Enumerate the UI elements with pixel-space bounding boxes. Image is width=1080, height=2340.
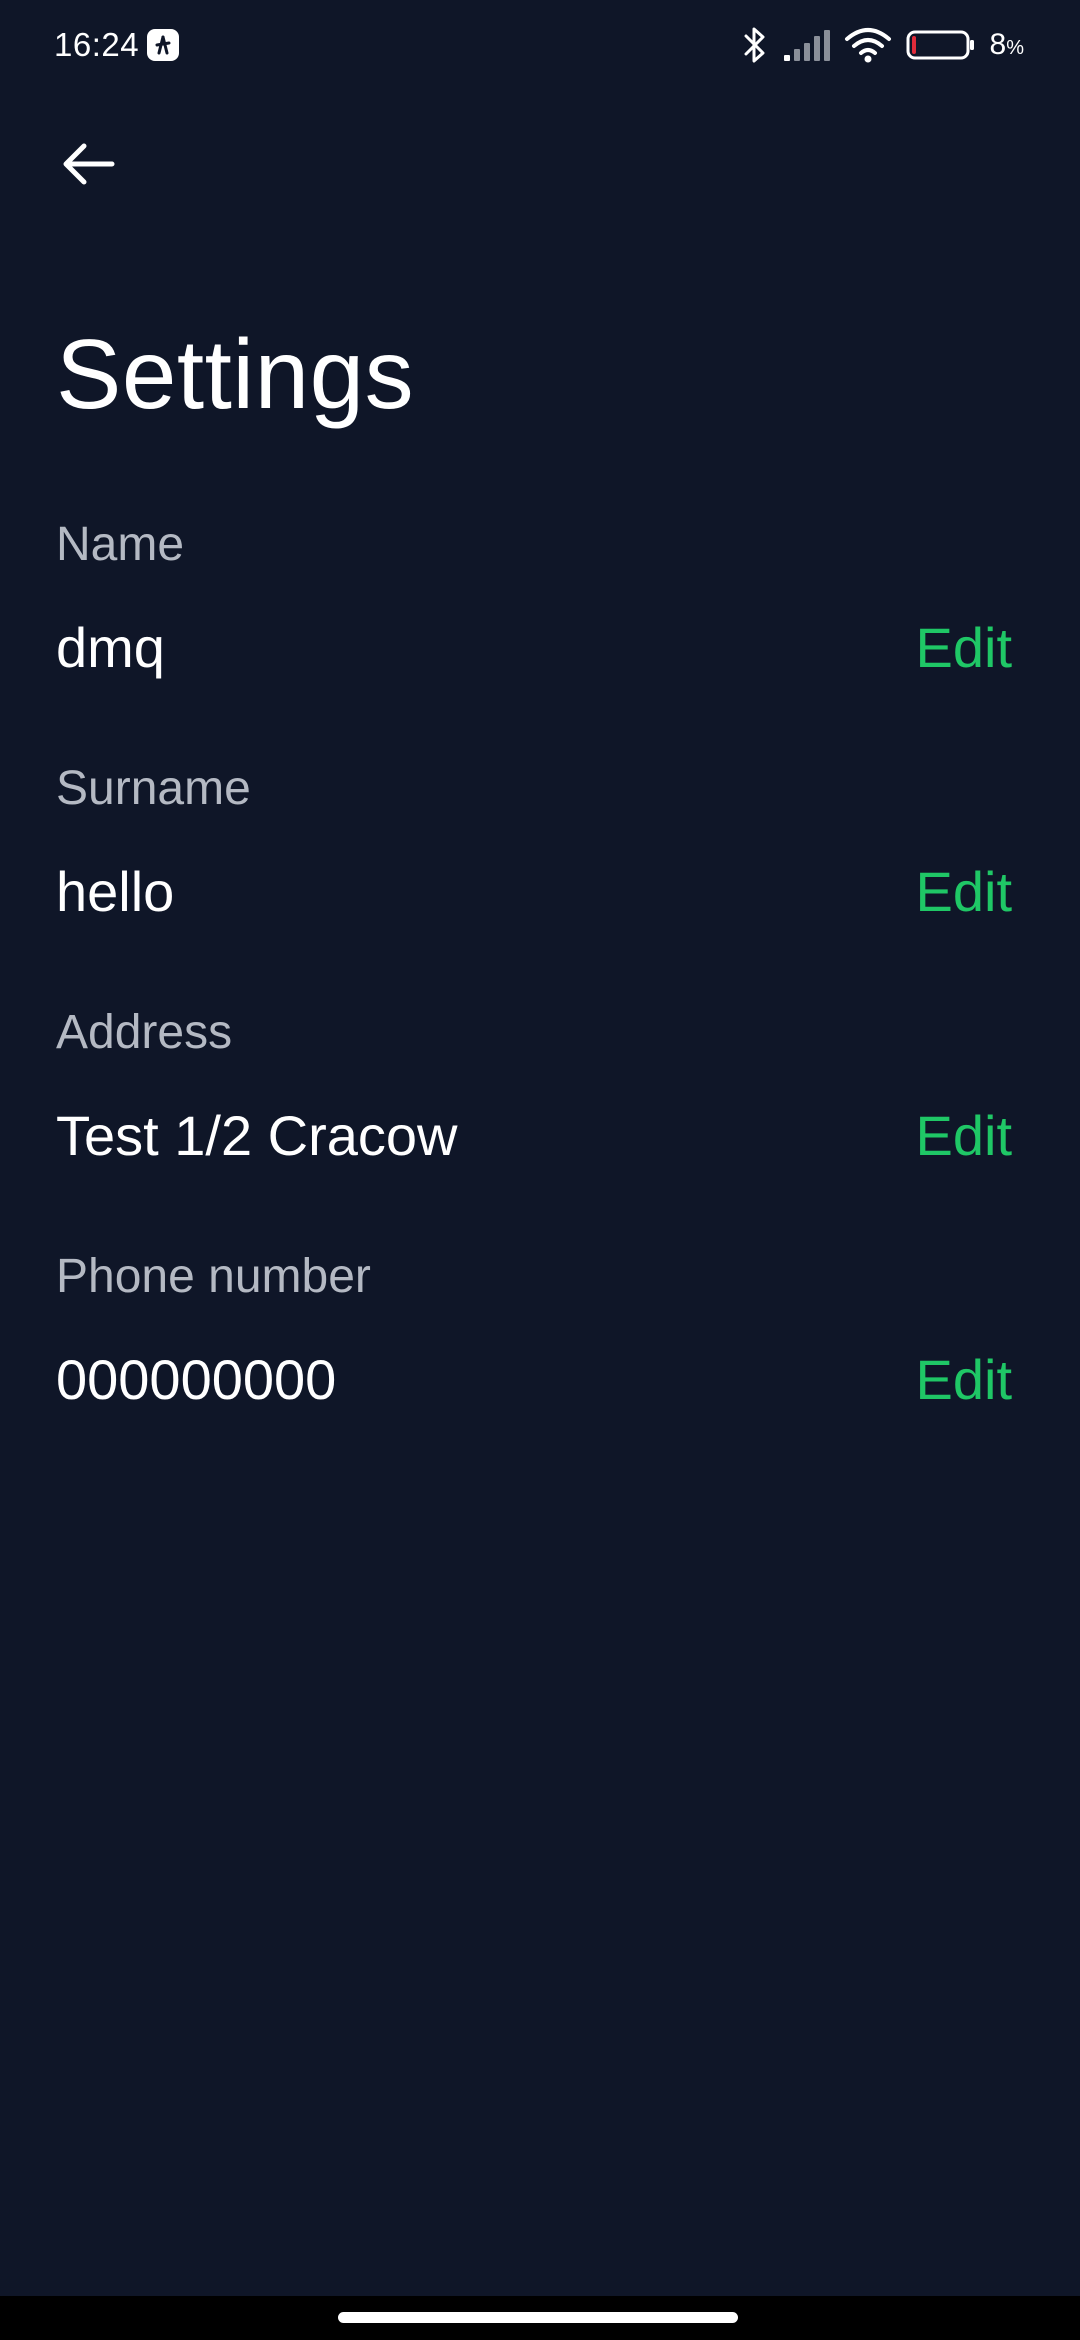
phone-row: 000000000 Edit — [56, 1346, 1012, 1412]
name-label: Name — [56, 518, 185, 571]
app-notification-icon — [147, 29, 180, 61]
bluetooth-icon — [742, 26, 768, 64]
back-button[interactable] — [52, 128, 124, 200]
phone-section: Phone number 000000000 Edit — [56, 1248, 1012, 1412]
edit-phone-button[interactable]: Edit — [916, 1347, 1013, 1412]
address-row: Test 1/2 Cracow Edit — [56, 1102, 1012, 1168]
surname-section: Surname hello Edit — [56, 760, 1012, 924]
battery-icon — [906, 29, 976, 61]
status-time: 16:24 — [54, 26, 140, 63]
name-row: dmq Edit — [56, 614, 1012, 680]
signal-icon — [782, 28, 830, 62]
surname-row: hello Edit — [56, 858, 1012, 924]
edit-address-button[interactable]: Edit — [916, 1103, 1013, 1168]
battery-percent: 8% — [989, 28, 1024, 61]
navigation-bar — [0, 2296, 1080, 2340]
address-label: Address — [56, 1006, 233, 1059]
wifi-icon — [844, 27, 892, 63]
phone-label: Phone number — [56, 1250, 371, 1303]
edit-name-button[interactable]: Edit — [916, 615, 1013, 680]
status-left: 16:24 — [54, 26, 180, 64]
arrow-left-icon — [63, 143, 115, 185]
page-title: Settings — [56, 319, 415, 429]
home-indicator[interactable] — [338, 2312, 738, 2323]
settings-screen: 16:24 8% Settings Name dmq Edit Surname … — [0, 0, 1080, 2340]
address-section: Address Test 1/2 Cracow Edit — [56, 1004, 1012, 1168]
surname-value: hello — [56, 859, 175, 923]
name-value: dmq — [56, 615, 165, 679]
address-value: Test 1/2 Cracow — [56, 1103, 458, 1167]
status-bar: 16:24 8% — [0, 0, 1080, 90]
phone-value: 000000000 — [56, 1347, 337, 1411]
name-section: Name dmq Edit — [56, 516, 1012, 680]
surname-label: Surname — [56, 762, 251, 815]
edit-surname-button[interactable]: Edit — [916, 859, 1013, 924]
status-right: 8% — [742, 26, 1024, 64]
